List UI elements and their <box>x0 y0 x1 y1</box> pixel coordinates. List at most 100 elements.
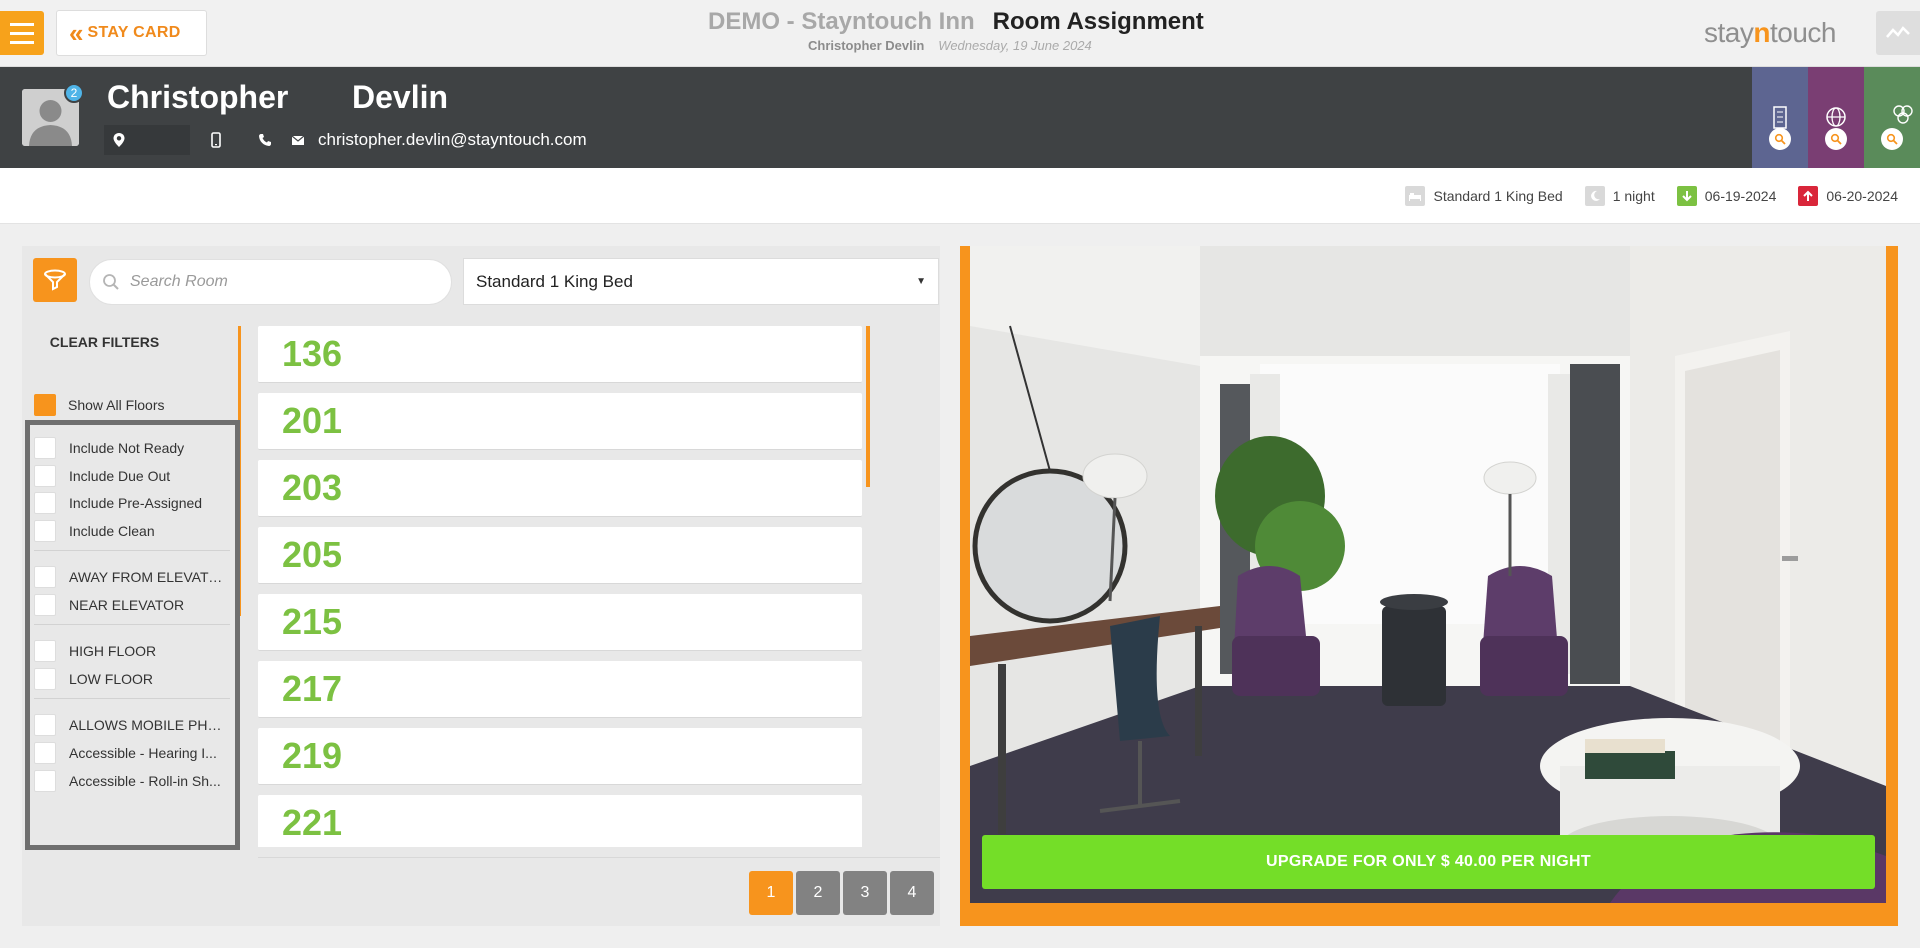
checkbox[interactable] <box>34 668 56 690</box>
filter-label: Accessible - Hearing I... <box>69 745 217 761</box>
search-icon <box>1769 128 1791 150</box>
filter-options-list: Include Not Ready Include Due Out Includ… <box>25 420 240 850</box>
page-button-3[interactable]: 3 <box>843 871 887 915</box>
room-row[interactable]: 205 <box>258 527 862 584</box>
clear-filters-button[interactable]: CLEAR FILTERS <box>22 334 187 350</box>
filter-label: Include Pre-Assigned <box>69 495 203 511</box>
filter-include-pre-assigned[interactable]: Include Pre-Assigned <box>34 492 229 514</box>
activity-button[interactable] <box>1876 11 1920 55</box>
reservation-summary: Standard 1 King Bed 1 night 06-19-2024 0… <box>0 168 1920 224</box>
filter-allows-mobile-phone[interactable]: ALLOWS MOBILE PHO... <box>34 714 229 736</box>
menu-button[interactable] <box>0 11 44 55</box>
guest-last-name[interactable]: Devlin <box>352 79 448 116</box>
header-date: Wednesday, 19 June 2024 <box>938 38 1092 53</box>
room-row[interactable]: 136 <box>258 326 862 383</box>
filter-label: HIGH FLOOR <box>69 643 157 659</box>
filter-high-floor[interactable]: HIGH FLOOR <box>34 640 229 662</box>
show-all-floors-option[interactable]: Show All Floors <box>34 394 164 416</box>
email-button[interactable] <box>288 135 308 145</box>
room-row[interactable]: 201 <box>258 393 862 450</box>
room-search <box>89 259 452 305</box>
filter-label: Include Due Out <box>69 468 171 484</box>
summary-arrival-date: 06-19-2024 <box>1704 188 1777 204</box>
filter-include-due-out[interactable]: Include Due Out <box>34 465 229 487</box>
room-list: 136 201 203 205 215 217 219 221 <box>258 326 886 847</box>
pagination: 1 2 3 4 <box>749 871 934 915</box>
phone-button[interactable] <box>242 133 288 147</box>
show-all-floors-label: Show All Floors <box>68 397 165 413</box>
room-search-input[interactable] <box>130 273 430 291</box>
room-number: 217 <box>282 668 343 709</box>
filter-toggle-button[interactable] <box>33 258 77 302</box>
checkbox[interactable] <box>34 714 56 736</box>
summary-arrival: 06-19-2024 <box>1676 186 1777 206</box>
room-number: 136 <box>282 333 343 374</box>
filter-include-clean[interactable]: Include Clean <box>34 520 229 542</box>
checkbox[interactable] <box>34 742 56 764</box>
checkbox[interactable] <box>34 640 56 662</box>
guest-first-name[interactable]: Christopher <box>107 79 288 116</box>
mobile-phone-icon <box>211 132 221 148</box>
room-list-scrollbar[interactable] <box>866 326 870 487</box>
show-all-floors-checkbox[interactable] <box>34 394 56 416</box>
filter-accessible-hearing[interactable]: Accessible - Hearing I... <box>34 742 229 764</box>
page-button-4[interactable]: 4 <box>890 871 934 915</box>
filter-include-not-ready[interactable]: Include Not Ready <box>34 437 229 459</box>
tab-group-card[interactable] <box>1864 67 1920 168</box>
tab-travel-agent-card[interactable] <box>1808 67 1864 168</box>
guest-side-tabs <box>1752 67 1920 168</box>
filter-label: NEAR ELEVATOR <box>69 597 185 613</box>
filter-label: AWAY FROM ELEVATOR <box>69 569 229 585</box>
upgrade-button[interactable]: UPGRADE FOR ONLY $ 40.00 PER NIGHT <box>982 835 1875 889</box>
divider <box>258 857 940 858</box>
room-row[interactable]: 221 <box>258 795 862 847</box>
summary-room-type-label: Standard 1 King Bed <box>1433 188 1563 204</box>
header-guest-name: Christopher Devlin <box>808 38 925 53</box>
tab-company-card[interactable] <box>1752 67 1808 168</box>
checkbox[interactable] <box>34 520 56 542</box>
page-button-2[interactable]: 2 <box>796 871 840 915</box>
room-row[interactable]: 219 <box>258 728 862 785</box>
activity-icon <box>1886 26 1910 38</box>
filter-near-elevator[interactable]: NEAR ELEVATOR <box>34 594 229 616</box>
guest-badge-count: 2 <box>64 83 84 103</box>
checkbox[interactable] <box>34 566 56 588</box>
room-type-select[interactable]: Standard 1 King Bed ▼ <box>463 258 939 305</box>
room-list-panel: Standard 1 King Bed ▼ CLEAR FILTERS Show… <box>22 246 940 926</box>
hotel-name: DEMO - Stayntouch Inn <box>708 8 975 35</box>
filter-label: Accessible - Roll-in Sh... <box>69 773 221 789</box>
search-icon <box>103 274 119 290</box>
room-row[interactable]: 217 <box>258 661 862 718</box>
stayntouch-logo: stayntouch <box>1704 17 1836 48</box>
filter-funnel-icon <box>44 269 66 291</box>
filter-low-floor[interactable]: LOW FLOOR <box>34 668 229 690</box>
guest-email[interactable]: christopher.devlin@stayntouch.com <box>318 130 587 150</box>
top-bar: « STAY CARD DEMO - Stayntouch Inn Room A… <box>0 0 1920 67</box>
page-title: Room Assignment <box>992 8 1204 35</box>
filter-away-from-elevator[interactable]: AWAY FROM ELEVATOR <box>34 566 229 588</box>
guest-contact-row: christopher.devlin@stayntouch.com <box>104 125 587 155</box>
page-button-1[interactable]: 1 <box>749 871 793 915</box>
building-icon <box>1773 106 1787 129</box>
checkbox[interactable] <box>34 492 56 514</box>
filter-label: Include Clean <box>69 523 155 539</box>
checkbox[interactable] <box>34 465 56 487</box>
room-number: 215 <box>282 601 343 642</box>
filter-accessible-roll-in[interactable]: Accessible - Roll-in Sh... <box>34 770 229 792</box>
summary-nights-label: 1 night <box>1612 188 1655 204</box>
departure-arrow-up-icon <box>1798 186 1819 206</box>
address-field[interactable] <box>104 125 190 155</box>
menu-icon-line <box>10 31 34 35</box>
back-to-stay-card-button[interactable]: « STAY CARD <box>56 10 207 56</box>
double-chevron-left-icon: « <box>69 18 84 48</box>
room-row[interactable]: 203 <box>258 460 862 517</box>
checkbox[interactable] <box>34 594 56 616</box>
room-number: 201 <box>282 400 343 441</box>
mobile-phone-button[interactable] <box>190 132 242 148</box>
room-upgrade-panel: UPGRADE FOR ONLY $ 40.00 PER NIGHT <box>960 246 1898 926</box>
checkbox[interactable] <box>34 437 56 459</box>
phone-icon <box>259 134 271 146</box>
checkbox[interactable] <box>34 770 56 792</box>
filter-label: Include Not Ready <box>69 440 185 456</box>
room-row[interactable]: 215 <box>258 594 862 651</box>
